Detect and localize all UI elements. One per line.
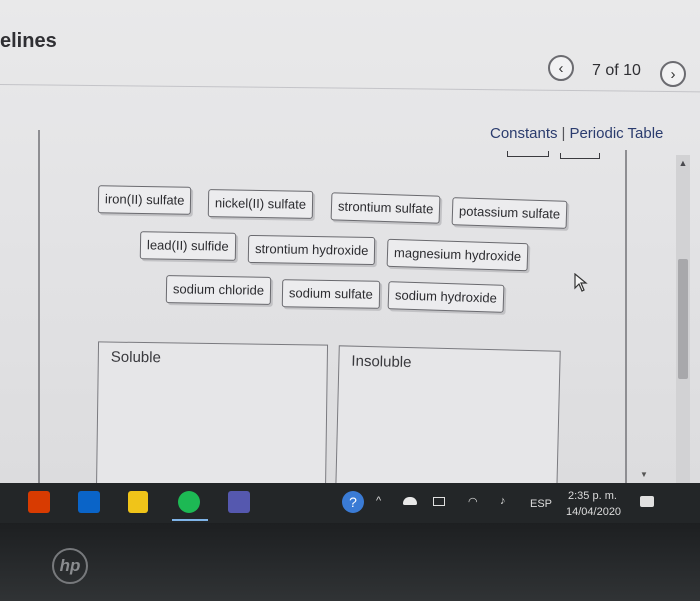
periodic-table-link-underline bbox=[560, 153, 600, 159]
next-question-button[interactable]: › bbox=[660, 61, 686, 87]
draggable-chip-nickel-ii-sulfate[interactable]: nickel(II) sulfate bbox=[207, 189, 314, 219]
draggable-chip-lead-ii-sulfide[interactable]: lead(II) sulfide bbox=[139, 231, 236, 261]
clock-time[interactable]: 2:35 p. m. bbox=[568, 490, 617, 502]
insoluble-label: Insoluble bbox=[351, 352, 412, 372]
previous-question-button[interactable]: ‹ bbox=[548, 55, 574, 81]
scrollbar-thumb[interactable] bbox=[678, 259, 688, 379]
notification-icon[interactable] bbox=[640, 496, 654, 507]
browser-viewport: elines ‹ 7 of 10 › Constants | Periodic Ta… bbox=[0, 0, 700, 488]
outlook-app-icon[interactable] bbox=[78, 491, 100, 513]
draggable-chip-potassium-sulfate[interactable]: potassium sulfate bbox=[451, 197, 568, 229]
wifi-icon[interactable]: ◠ bbox=[468, 495, 478, 508]
chevron-right-icon: › bbox=[670, 65, 676, 83]
clock-date[interactable]: 14/04/2020 bbox=[566, 506, 621, 518]
chevron-up-icon[interactable]: ^ bbox=[376, 495, 381, 507]
help-icon[interactable]: ? bbox=[342, 491, 364, 513]
onedrive-cloud-icon[interactable] bbox=[403, 497, 417, 505]
teams-app-icon[interactable] bbox=[228, 491, 250, 513]
windows-taskbar: ? ^ ◠ ♪ ESP 2:35 p. m. 14/04/2020 bbox=[0, 483, 700, 523]
draggable-chip-strontium-hydroxide[interactable]: strontium hydroxide bbox=[247, 234, 376, 266]
draggable-chip-sodium-hydroxide[interactable]: sodium hydroxide bbox=[387, 281, 505, 313]
hp-logo-icon: hp bbox=[52, 548, 88, 584]
panel-left-border bbox=[38, 130, 40, 488]
language-indicator[interactable]: ESP bbox=[530, 498, 552, 510]
page-scrollbar[interactable]: ▲ bbox=[676, 155, 690, 488]
reference-links: Constants | Periodic Table bbox=[490, 125, 663, 142]
draggable-chip-sodium-sulfate[interactable]: sodium sulfate bbox=[281, 279, 381, 309]
chevron-left-icon: ‹ bbox=[558, 59, 564, 77]
header-divider bbox=[0, 84, 700, 93]
question-counter: 7 of 10 bbox=[592, 62, 641, 79]
soluble-drop-zone[interactable]: Soluble bbox=[95, 341, 329, 488]
volume-icon[interactable]: ♪ bbox=[500, 495, 506, 507]
periodic-table-link[interactable]: Periodic Table bbox=[569, 125, 663, 142]
link-separator: | bbox=[561, 125, 566, 142]
active-app-indicator bbox=[172, 519, 208, 521]
constants-link-underline bbox=[507, 151, 549, 157]
insoluble-drop-zone[interactable]: Insoluble bbox=[335, 345, 561, 488]
page-heading: elines bbox=[0, 30, 57, 52]
draggable-chip-iron-ii-sulfate[interactable]: iron(II) sulfate bbox=[97, 185, 192, 215]
panel-right-border bbox=[625, 150, 627, 488]
battery-icon[interactable] bbox=[433, 497, 445, 506]
constants-link[interactable]: Constants bbox=[490, 125, 558, 142]
mouse-pointer-icon bbox=[574, 273, 588, 292]
panel-scroll-down-arrow-icon[interactable]: ▼ bbox=[640, 470, 648, 479]
draggable-chip-magnesium-hydroxide[interactable]: magnesium hydroxide bbox=[386, 238, 529, 272]
draggable-chip-sodium-chloride[interactable]: sodium chloride bbox=[165, 275, 272, 305]
draggable-chip-strontium-sulfate[interactable]: strontium sulfate bbox=[330, 192, 441, 224]
file-explorer-icon[interactable] bbox=[128, 491, 148, 513]
scroll-up-arrow-icon[interactable]: ▲ bbox=[677, 155, 689, 171]
laptop-bezel bbox=[0, 523, 700, 601]
spotify-app-icon[interactable] bbox=[178, 491, 200, 513]
office-app-icon[interactable] bbox=[28, 491, 50, 513]
soluble-label: Soluble bbox=[110, 348, 162, 367]
